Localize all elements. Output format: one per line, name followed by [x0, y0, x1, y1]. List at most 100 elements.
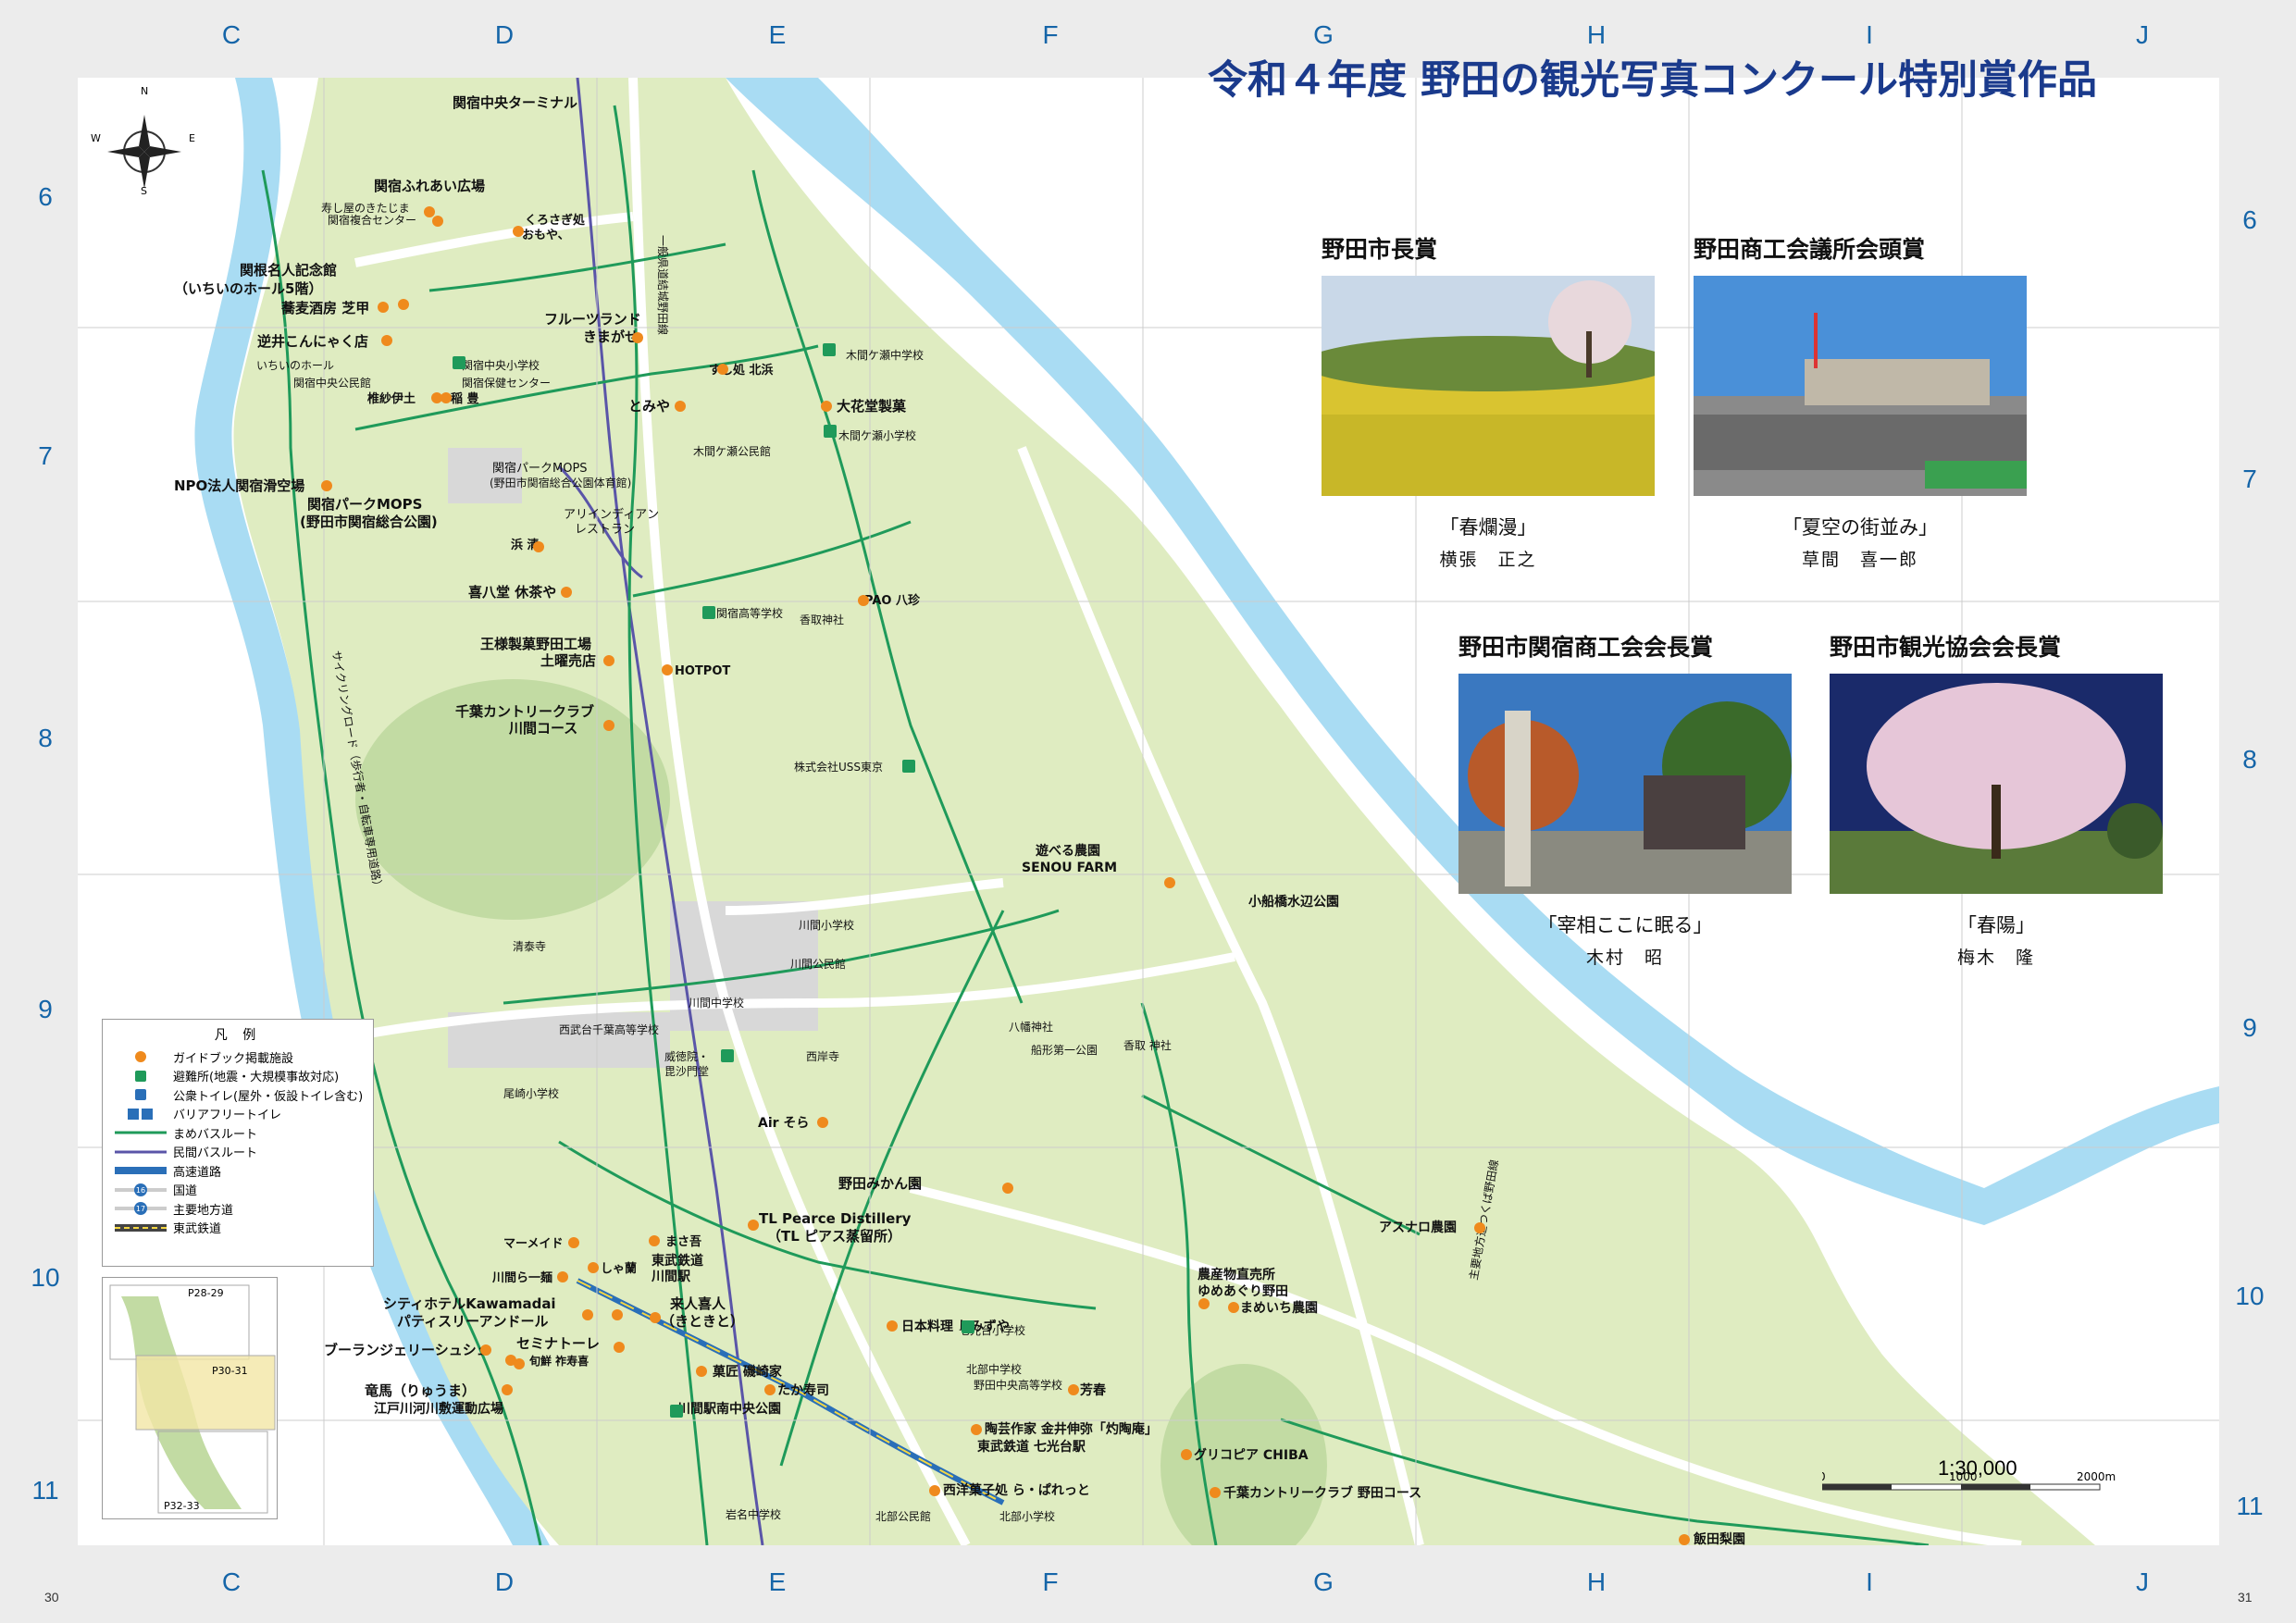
place-label[interactable]: 菓匠 磯崎家 — [712, 1364, 783, 1380]
place-label[interactable]: 関根名人記念館 — [240, 262, 337, 279]
place-label[interactable]: 川間公民館 — [790, 957, 846, 971]
place-label[interactable]: 陶芸作家 金井伸弥「灼陶庵」 — [985, 1421, 1158, 1437]
place-label[interactable]: 尾崎小学校 — [503, 1086, 559, 1100]
place-label[interactable]: 来人喜人 — [669, 1295, 726, 1312]
place-label[interactable]: 江戸川河川敷運動広場 — [374, 1401, 503, 1417]
place-label[interactable]: 川間ら一麺 — [491, 1270, 552, 1285]
place-label[interactable]: とみや — [628, 398, 670, 415]
legend-label: 民間バスルート — [173, 1146, 258, 1161]
place-label[interactable]: 北部中学校 — [966, 1362, 1022, 1376]
place-label[interactable]: たか寿司 — [777, 1382, 829, 1398]
place-label[interactable]: まさ吾 — [665, 1235, 701, 1249]
place-label[interactable]: 香取 神社 — [1123, 1038, 1172, 1052]
place-label[interactable]: フルーツランド — [544, 311, 641, 328]
place-label[interactable]: 西岸寺 — [806, 1050, 839, 1063]
place-label[interactable]: ゆめあぐり野田 — [1198, 1284, 1288, 1299]
place-label[interactable]: 関宿複合センター — [328, 213, 416, 227]
award-photo-grave[interactable] — [1458, 674, 1792, 894]
expressway-icon — [115, 1167, 167, 1175]
place-label[interactable]: 威徳院・ — [664, 1049, 709, 1063]
place-label[interactable]: 船形第一公園 — [1031, 1044, 1098, 1057]
place-label[interactable]: レストラン — [575, 523, 635, 537]
place-label[interactable]: ブーランジェリーシュシュ — [324, 1342, 490, 1358]
place-label[interactable]: （TL ピアス蒸留所） — [767, 1228, 901, 1245]
place-label[interactable]: 川間小学校 — [799, 918, 854, 932]
place-label[interactable]: (野田市関宿総合公園体育館) — [490, 476, 631, 489]
place-label[interactable]: 遊べる農園 — [1036, 843, 1100, 859]
place-label[interactable]: 川間駅 — [651, 1270, 691, 1284]
place-label[interactable]: しゃ蘭 — [601, 1261, 637, 1276]
place-label[interactable]: 関宿パークMOPS — [307, 496, 422, 513]
place-label[interactable]: HOTPOT — [675, 664, 730, 678]
place-label[interactable]: 清泰寺 — [513, 940, 546, 953]
place-label[interactable]: 王様製菓野田工場 — [480, 636, 591, 652]
place-label[interactable]: 小船橋水辺公園 — [1248, 894, 1339, 910]
place-label[interactable]: 寿し屋のきたじま — [321, 202, 410, 215]
place-label[interactable]: SENOU FARM — [1022, 861, 1117, 875]
place-label[interactable]: 飯田梨園 — [1693, 1531, 1745, 1545]
place-label[interactable]: グリコピア CHIBA — [1194, 1447, 1309, 1463]
place-label[interactable]: 関宿中央ターミナル — [453, 94, 577, 111]
place-label[interactable]: 木間ケ瀬公民館 — [693, 444, 771, 458]
place-label[interactable]: 農産物直売所 — [1198, 1267, 1275, 1282]
place-label[interactable]: 土曜売店 — [540, 652, 596, 669]
award-photo-summer[interactable] — [1694, 276, 2027, 496]
grid-row-7: 7 — [38, 441, 53, 470]
place-label[interactable]: 東武鉄道 — [652, 1253, 703, 1269]
place-label[interactable]: 株式会社USS東京 — [794, 760, 883, 774]
place-label[interactable]: (野田市関宿総合公園) — [300, 514, 438, 530]
place-label[interactable]: 木間ケ瀬小学校 — [838, 428, 916, 442]
place-label[interactable]: Air そら — [758, 1116, 809, 1131]
place-label[interactable]: シティホテルKawamadai — [383, 1295, 556, 1312]
place-label[interactable]: 関宿中央公民館 — [293, 376, 371, 390]
place-label[interactable]: 関宿パークMOPS — [492, 461, 588, 476]
place-label[interactable]: 関宿中央小学校 — [462, 358, 540, 372]
place-label[interactable]: 逆井こんにゃく店 — [257, 333, 368, 350]
place-label[interactable]: 東武鉄道 七光台駅 — [977, 1439, 1086, 1455]
place-label[interactable]: PAO 八珍 — [864, 593, 921, 608]
place-label[interactable]: 西洋菓子処 ら・ぱれっと — [943, 1482, 1090, 1498]
place-label[interactable]: 蕎麦酒房 芝甲 — [280, 300, 369, 316]
place-label[interactable]: 稲 豊 — [451, 391, 479, 406]
place-label[interactable]: 喜八堂 休茶や — [468, 584, 556, 601]
place-label[interactable]: 毘沙門堂 — [664, 1065, 709, 1078]
place-label[interactable]: 西武台千葉高等学校 — [559, 1022, 659, 1036]
place-label[interactable]: アリインディアン — [564, 507, 659, 522]
place-label[interactable]: 芳春 — [1080, 1382, 1107, 1398]
place-label[interactable]: 川間中学校 — [689, 996, 744, 1010]
place-label[interactable]: セミナトーレ — [516, 1335, 600, 1352]
place-label[interactable]: 野田みかん園 — [838, 1175, 922, 1192]
award-photo-spring-sun[interactable] — [1830, 674, 2163, 894]
place-label[interactable]: （いちいのホール5階） — [174, 280, 322, 297]
place-label[interactable]: 旬鮮 祚寿喜 — [528, 1354, 589, 1368]
place-label[interactable]: まめいち農園 — [1240, 1300, 1318, 1316]
place-label[interactable]: きまがせ — [583, 328, 639, 345]
place-label[interactable]: 野田中央高等学校 — [974, 1378, 1062, 1392]
place-label[interactable]: 関宿ふれあい広場 — [374, 178, 485, 194]
place-label[interactable]: 千葉カントリークラブ 野田コース — [1223, 1485, 1421, 1501]
place-label[interactable]: 竜馬（りゅうま） — [365, 1382, 476, 1399]
place-label[interactable]: 八幡神社 — [1009, 1020, 1053, 1034]
award-photo-spring[interactable] — [1322, 276, 1655, 496]
place-label[interactable]: 川間コース — [508, 720, 577, 737]
place-label[interactable]: TL Pearce Distillery — [759, 1210, 912, 1227]
place-label[interactable]: （きときと） — [661, 1313, 744, 1330]
place-label[interactable]: 北部小学校 — [999, 1509, 1055, 1523]
place-label[interactable]: 香取神社 — [800, 613, 844, 626]
place-label[interactable]: 木間ケ瀬中学校 — [846, 348, 924, 362]
place-label[interactable]: パティスリーアンドール — [397, 1313, 549, 1330]
place-label[interactable]: 千葉カントリークラブ — [455, 703, 594, 720]
place-label[interactable]: おもや、 — [522, 229, 570, 242]
place-label[interactable]: 北部公民館 — [875, 1509, 931, 1523]
place-label[interactable]: アスナロ農園 — [1379, 1220, 1457, 1235]
place-label[interactable]: くろさぎ処 — [525, 213, 586, 228]
place-label[interactable]: マーメイド — [503, 1237, 563, 1251]
place-label[interactable]: 岩名中学校 — [726, 1507, 781, 1521]
place-label[interactable]: 関宿高等学校 — [716, 606, 783, 620]
place-label[interactable]: NPO法人関宿滑空場 — [174, 477, 304, 494]
place-label[interactable]: いちいのホール — [256, 359, 334, 372]
place-label[interactable]: 川間駅南中央公園 — [676, 1401, 781, 1417]
place-label[interactable]: 大花堂製菓 — [837, 398, 907, 415]
place-label[interactable]: 椎紗伊土 — [366, 391, 416, 406]
place-label[interactable]: 関宿保健センター — [462, 376, 551, 390]
